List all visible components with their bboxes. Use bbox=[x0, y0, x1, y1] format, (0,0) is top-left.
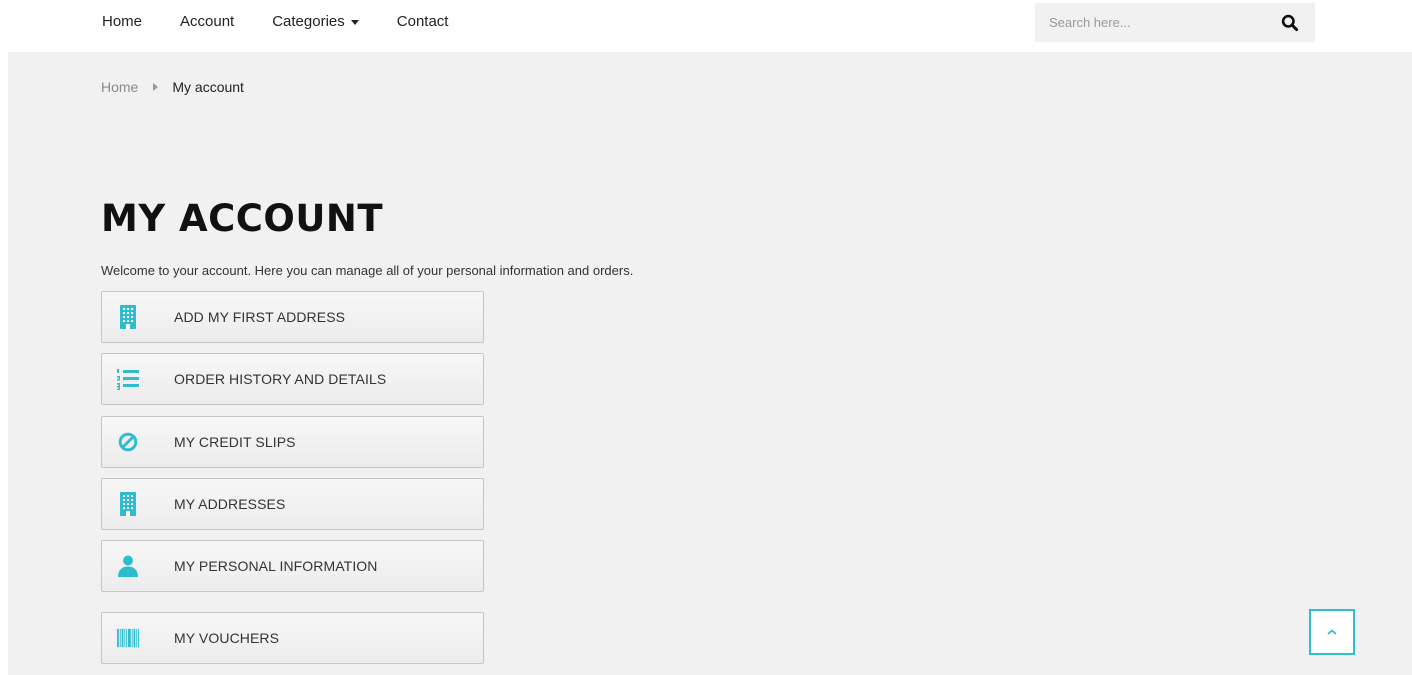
link-label: MY PERSONAL INFORMATION bbox=[174, 558, 378, 574]
link-label: ORDER HISTORY AND DETAILS bbox=[174, 371, 387, 387]
nav-account[interactable]: Account bbox=[180, 12, 234, 32]
main-content: Home My account MY ACCOUNT Welcome to yo… bbox=[8, 52, 1412, 675]
breadcrumb-home-link[interactable]: Home bbox=[101, 79, 138, 95]
building-icon bbox=[117, 492, 139, 516]
search-input[interactable] bbox=[1035, 3, 1265, 42]
search-box bbox=[1035, 3, 1315, 42]
page-title: MY ACCOUNT bbox=[101, 197, 384, 240]
personal-information-link[interactable]: MY PERSONAL INFORMATION bbox=[101, 540, 484, 592]
link-label: MY CREDIT SLIPS bbox=[174, 434, 296, 450]
numbered-list-icon bbox=[117, 367, 139, 391]
building-icon bbox=[117, 305, 139, 329]
nav-home[interactable]: Home bbox=[102, 12, 142, 32]
main-nav: Home Account Categories Contact bbox=[102, 12, 486, 32]
my-addresses-link[interactable]: MY ADDRESSES bbox=[101, 478, 484, 530]
order-history-link[interactable]: ORDER HISTORY AND DETAILS bbox=[101, 353, 484, 405]
welcome-text: Welcome to your account. Here you can ma… bbox=[101, 263, 634, 278]
back-to-top-button[interactable] bbox=[1309, 609, 1355, 655]
add-first-address-link[interactable]: ADD MY FIRST ADDRESS bbox=[101, 291, 484, 343]
breadcrumb: Home My account bbox=[101, 79, 244, 95]
barcode-icon bbox=[117, 626, 139, 650]
ban-icon bbox=[117, 430, 139, 454]
search-icon[interactable] bbox=[1281, 14, 1299, 32]
top-navbar: Home Account Categories Contact bbox=[0, 0, 1412, 52]
breadcrumb-separator-icon bbox=[153, 83, 159, 91]
caret-down-icon bbox=[350, 19, 359, 25]
nav-categories-label: Categories bbox=[272, 13, 345, 30]
credit-slips-link[interactable]: MY CREDIT SLIPS bbox=[101, 416, 484, 468]
user-icon bbox=[117, 554, 139, 578]
link-label: MY VOUCHERS bbox=[174, 630, 280, 646]
breadcrumb-current: My account bbox=[172, 79, 244, 95]
link-label: ADD MY FIRST ADDRESS bbox=[174, 309, 346, 325]
nav-contact[interactable]: Contact bbox=[397, 12, 449, 32]
vouchers-link[interactable]: MY VOUCHERS bbox=[101, 612, 484, 664]
link-label: MY ADDRESSES bbox=[174, 496, 286, 512]
nav-categories-dropdown[interactable]: Categories bbox=[272, 12, 359, 32]
chevron-up-icon bbox=[1327, 629, 1337, 635]
